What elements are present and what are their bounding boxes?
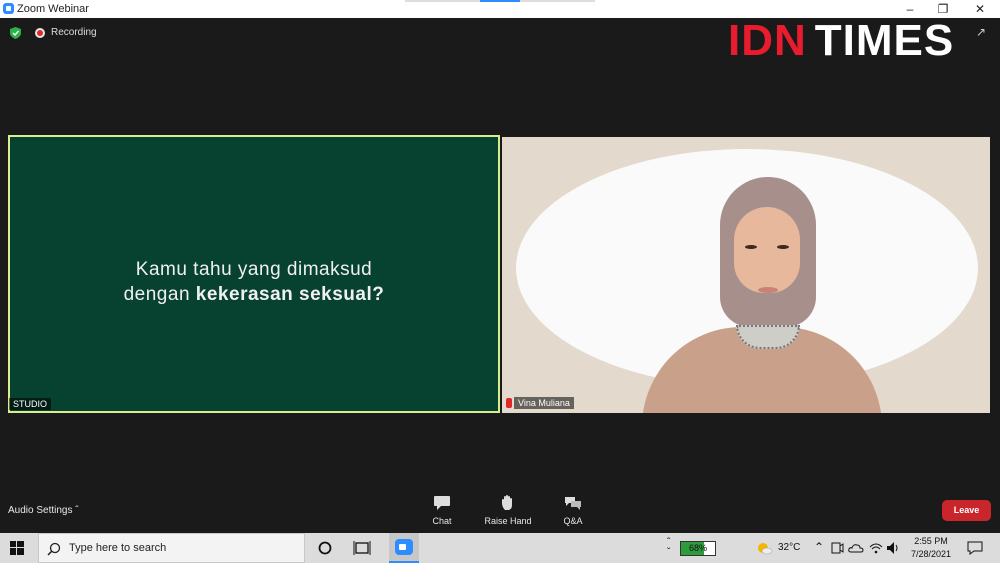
- battery-indicator[interactable]: 68%: [680, 541, 716, 556]
- qa-icon: [565, 497, 581, 510]
- qa-button[interactable]: Q&A: [543, 495, 603, 526]
- clock-date: 7/28/2021: [910, 549, 952, 559]
- meet-now-icon[interactable]: [830, 539, 844, 557]
- leave-button[interactable]: Leave: [942, 500, 991, 521]
- audio-settings-button[interactable]: Audio Settings ˆ: [8, 505, 79, 516]
- windows-start-icon[interactable]: [10, 541, 24, 555]
- zoom-icon: [395, 539, 413, 555]
- hidden-icons-chevron-icon[interactable]: ⌃: [814, 540, 824, 554]
- zoom-app-icon: [3, 3, 14, 14]
- chat-icon: [434, 496, 450, 510]
- volume-icon[interactable]: [886, 539, 900, 557]
- shield-icon[interactable]: [10, 27, 21, 39]
- fullscreen-icon[interactable]: ↗: [976, 25, 990, 39]
- title-indicator: [405, 0, 595, 2]
- clock-time: 2:55 PM: [914, 536, 948, 546]
- zoom-taskbar-app[interactable]: [389, 533, 419, 563]
- slide-line-2: dengan kekerasan seksual?: [123, 284, 385, 305]
- slide-line-1: Kamu tahu yang dimaksud: [135, 259, 373, 280]
- shared-slide: Kamu tahu yang dimaksud dengan kekerasan…: [8, 135, 500, 413]
- notifications-icon[interactable]: [966, 539, 984, 557]
- hand-icon: [502, 495, 512, 510]
- restore-icon[interactable]: ❐: [928, 1, 958, 17]
- close-icon[interactable]: ✕: [965, 1, 995, 17]
- windows-taskbar: Type here to search ˆ ˇ 68% 32°C ⌃ 2:55 …: [0, 533, 1000, 563]
- task-view-icon[interactable]: [353, 539, 371, 557]
- muted-mic-icon: [506, 398, 512, 408]
- recording-icon: [35, 28, 45, 38]
- search-placeholder: Type here to search: [69, 542, 167, 554]
- temperature: 32°C: [778, 542, 801, 553]
- speaker-video: [502, 137, 990, 413]
- search-icon: [47, 542, 61, 556]
- onedrive-cloud-icon[interactable]: [848, 539, 864, 557]
- chevron-up-icon: ˆ: [75, 505, 79, 516]
- studio-name-tag: STUDIO: [9, 398, 52, 410]
- minimize-icon[interactable]: –: [895, 1, 925, 17]
- system-clock[interactable]: 2:55 PM 7/28/2021: [902, 535, 960, 561]
- tray-chevron-down-icon[interactable]: ˇ: [667, 547, 670, 558]
- chat-button[interactable]: Chat: [412, 495, 472, 526]
- battery-percent: 68%: [688, 543, 707, 553]
- recording-label: Recording: [51, 27, 97, 38]
- raise-hand-button[interactable]: Raise Hand: [478, 495, 538, 526]
- speaker-name-tag: Vina Muliana: [514, 397, 574, 409]
- taskbar-search[interactable]: Type here to search: [38, 533, 305, 563]
- idn-times-logo: IDN TIMES: [728, 16, 955, 65]
- window-title: Zoom Webinar: [17, 3, 89, 15]
- weather-sun-icon[interactable]: [755, 539, 773, 557]
- cortana-icon[interactable]: [316, 539, 334, 557]
- wifi-icon[interactable]: [868, 539, 884, 557]
